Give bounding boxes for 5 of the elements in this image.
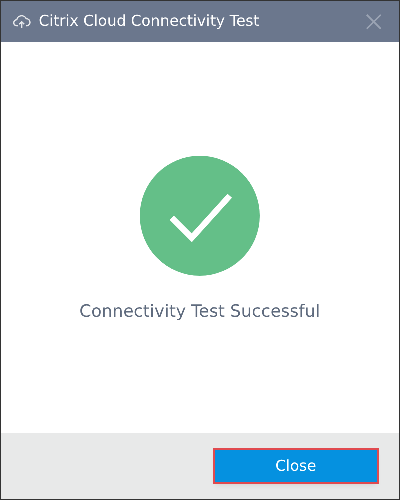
window-title: Citrix Cloud Connectivity Test xyxy=(39,11,260,32)
close-button[interactable]: Close xyxy=(215,450,377,482)
cloud-upload-icon xyxy=(13,14,31,28)
result-message: Connectivity Test Successful xyxy=(80,301,320,324)
close-icon[interactable] xyxy=(365,12,383,30)
